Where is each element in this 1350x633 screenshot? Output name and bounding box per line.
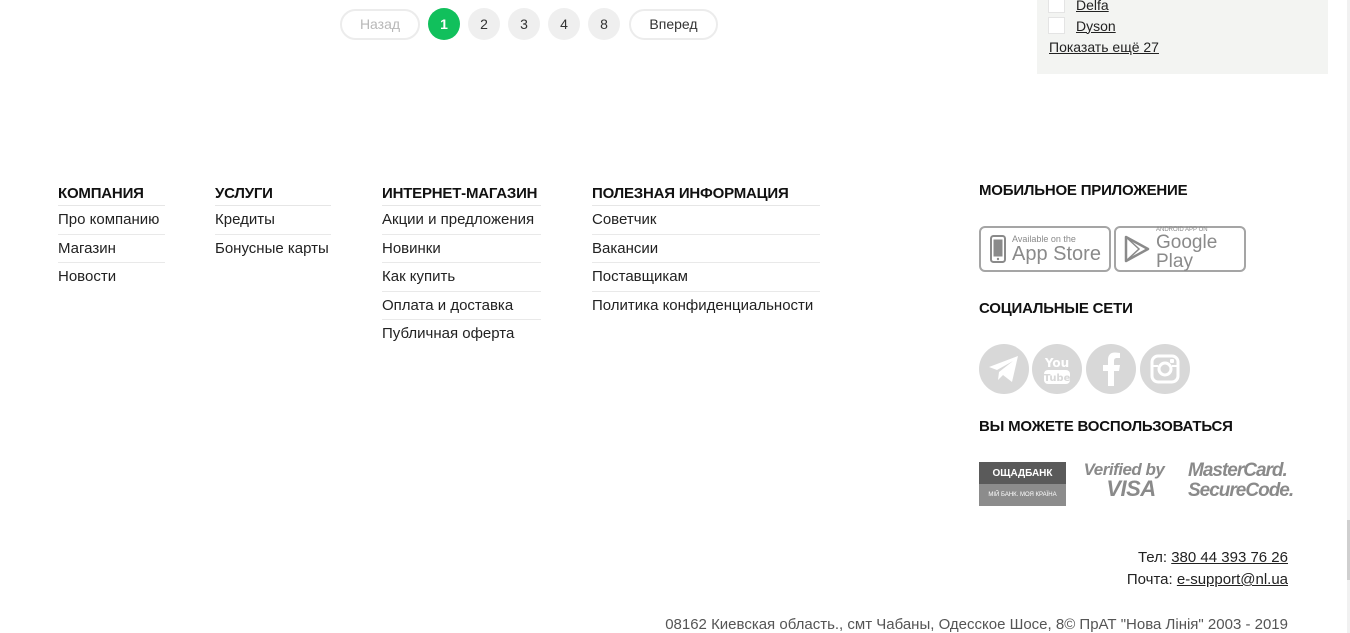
filter-label[interactable]: Delfa [1076,0,1109,13]
footer-column-useful-info: ПОЛЕЗНАЯ ИНФОРМАЦИЯ Советчик Вакансии По… [592,185,820,320]
page-4-button[interactable]: 4 [548,8,580,40]
brand-filter-panel: Delfa Dyson Показать ещё 27 [1037,0,1328,74]
app-store-badge[interactable]: Available on the App Store [979,226,1111,272]
column-title: ПОЛЕЗНАЯ ИНФОРМАЦИЯ [592,185,820,206]
email-link[interactable]: e-support@nl.ua [1177,571,1288,588]
email-contact: Почта: e-support@nl.ua [1127,571,1288,588]
footer-link[interactable]: Оплата и доставка [382,292,541,321]
prev-page-button[interactable]: Назад [340,8,420,40]
telegram-icon[interactable] [979,344,1029,394]
footer-link[interactable]: Как купить [382,263,541,292]
footer-column-services: УСЛУГИ Кредиты Бонусные карты [215,185,331,263]
mc-line1: MasterCard. [1188,460,1288,481]
column-links: Советчик Вакансии Поставщикам Политика к… [592,206,820,320]
phone-label: Тел: [1137,549,1168,566]
footer-link[interactable]: Магазин [58,235,165,264]
oschadbank-logo: ОЩАДБАНК МІЙ БАНК. МОЯ КРАЇНА [979,462,1066,506]
youtube-icon[interactable]: You Tube [1032,344,1082,394]
mastercard-securecode-logo: MasterCard. SecureCode. [1188,460,1294,501]
footer-link[interactable]: Публичная оферта [382,320,541,349]
facebook-icon[interactable] [1086,344,1136,394]
footer-link[interactable]: Вакансии [592,235,820,264]
page-3-button[interactable]: 3 [508,8,540,40]
footer-link[interactable]: Новости [58,263,165,292]
column-title: ИНТЕРНЕТ-МАГАЗИН [382,185,541,206]
column-title: КОМПАНИЯ [58,185,165,206]
svg-text:You: You [1044,356,1069,370]
column-links: Про компанию Магазин Новости [58,206,165,292]
badge-big-text: Google Play [1156,232,1218,272]
phone-icon [990,235,1006,263]
google-play-badge[interactable]: ANDROID APP ON Google Play [1114,226,1246,272]
column-links: Акции и предложения Новинки Как купить О… [382,206,541,349]
oschadbank-name: ОЩАДБАНК [979,462,1066,484]
app-store-text: Available on the App Store [1012,234,1101,265]
footer-link[interactable]: Кредиты [215,206,331,235]
badge-big-text: App Store [1012,242,1101,265]
footer-link[interactable]: Новинки [382,235,541,264]
mobile-app-title: МОБИЛЬНОЕ ПРИЛОЖЕНИЕ [979,182,1188,199]
page-8-button[interactable]: 8 [588,8,620,40]
svg-text:Tube: Tube [1044,373,1071,384]
filter-item-dyson[interactable]: Dyson [1048,17,1116,34]
page-2-button[interactable]: 2 [468,8,500,40]
phone-link[interactable]: 380 44 393 76 26 [1171,549,1288,566]
page-1-button[interactable]: 1 [428,8,460,40]
column-links: Кредиты Бонусные карты [215,206,331,263]
filter-checkbox[interactable] [1048,0,1065,13]
oschadbank-slogan: МІЙ БАНК. МОЯ КРАЇНА [988,492,1057,498]
phone-contact: Тел: 380 44 393 76 26 [1138,549,1288,566]
footer-link[interactable]: Политика конфиденциальности [592,292,820,321]
footer-link[interactable]: Акции и предложения [382,206,541,235]
payments-title: ВЫ МОЖЕТЕ ВОСПОЛЬЗОВАТЬСЯ [979,418,1233,435]
mc-line2: SecureCode. [1188,479,1294,501]
footer-link[interactable]: Про компанию [58,206,165,235]
company-address: 08162 Киевская область., смт Чабаны, Оде… [665,616,1288,633]
social-title: СОЦИАЛЬНЫЕ СЕТИ [979,300,1133,317]
filter-item-delfa[interactable]: Delfa [1048,0,1109,13]
play-icon [1124,235,1150,263]
instagram-icon[interactable] [1140,344,1190,394]
show-more-link[interactable]: Показать ещё 27 [1049,39,1159,55]
footer-link[interactable]: Советчик [592,206,820,235]
footer-column-shop: ИНТЕРНЕТ-МАГАЗИН Акции и предложения Нов… [382,185,541,349]
column-title: УСЛУГИ [215,185,331,206]
google-play-text: ANDROID APP ON Google Play [1156,227,1244,271]
filter-label[interactable]: Dyson [1076,18,1116,34]
pagination: Назад 1 2 3 4 8 Вперед [340,8,718,40]
footer-column-company: КОМПАНИЯ Про компанию Магазин Новости [58,185,165,292]
verified-by-visa-logo: Verified by VISA [1081,461,1167,500]
footer-link[interactable]: Поставщикам [592,263,820,292]
footer-link[interactable]: Бонусные карты [215,235,331,264]
next-page-button[interactable]: Вперед [629,8,718,40]
filter-checkbox[interactable] [1048,17,1065,34]
email-label: Почта: [1126,571,1173,588]
visa-line2: VISA [1106,476,1156,501]
